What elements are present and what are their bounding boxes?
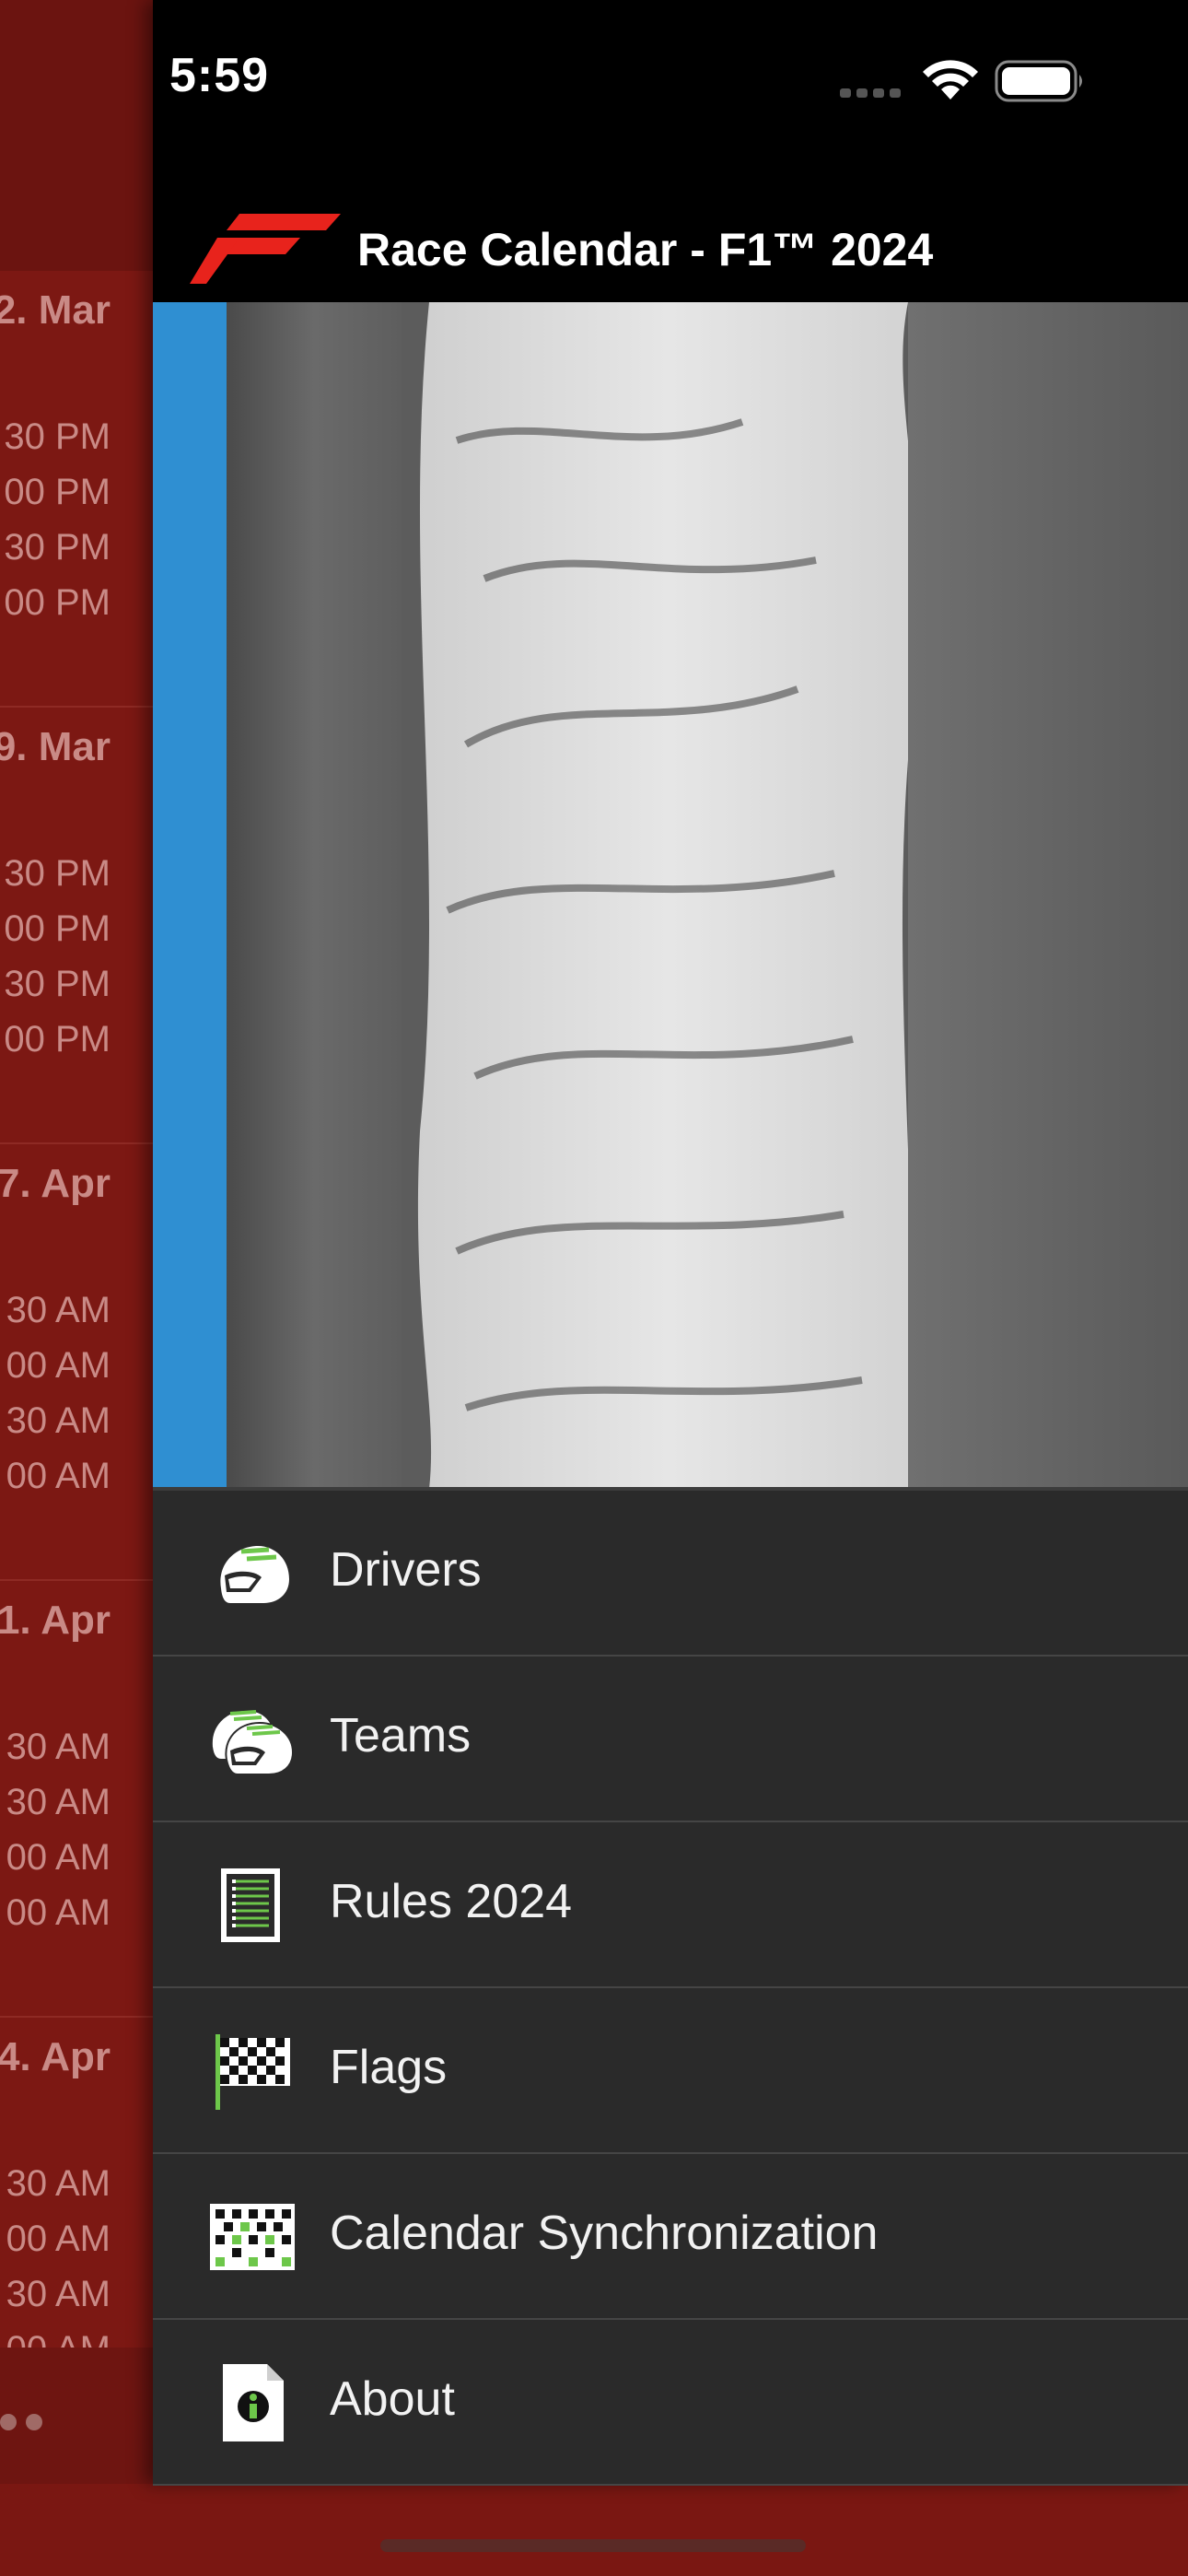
menu-item-rules[interactable]: Rules 2024 <box>153 1822 1188 1988</box>
cellular-signal-icon <box>840 85 906 100</box>
session-time: 00 AM <box>6 1837 111 1878</box>
race-date: 9. Mar <box>0 724 111 769</box>
menu-item-label: Flags <box>330 2041 448 2094</box>
menu-item-label: Teams <box>330 1709 472 1762</box>
page-dot <box>0 2414 17 2430</box>
session-time: 30 AM <box>6 1290 111 1330</box>
f1-logo-icon <box>190 214 341 284</box>
session-time: 00 PM <box>4 908 111 949</box>
menu-item-drivers[interactable]: Drivers <box>153 1491 1188 1657</box>
session-time: 30 AM <box>6 1400 111 1441</box>
race-block[interactable]: 2. Mar 30 PM 00 PM 30 PM 00 PM <box>0 271 153 708</box>
rules-document-icon <box>221 1868 280 1942</box>
wifi-icon <box>923 60 978 100</box>
race-block[interactable]: 9. Mar 30 PM 00 PM 30 PM 00 PM <box>0 708 153 1144</box>
session-time: 00 PM <box>4 1019 111 1060</box>
page-indicator[interactable] <box>0 2348 153 2486</box>
race-date: 7. Apr <box>0 1161 111 1206</box>
bottom-bar <box>0 2484 1188 2576</box>
status-time: 5:59 <box>169 49 270 102</box>
session-time: 30 PM <box>4 964 111 1004</box>
status-bar: 5:59 <box>0 0 1188 157</box>
session-time: 30 AM <box>6 2274 111 2314</box>
session-time: 00 PM <box>4 472 111 512</box>
race-block[interactable]: 7. Apr 30 AM 00 AM 30 AM 00 AM <box>0 1144 153 1581</box>
menu-item-label: About <box>330 2372 455 2426</box>
menu-item-label: Rules 2024 <box>330 1875 573 1928</box>
menu-item-calendar-sync[interactable]: Calendar Synchronization <box>153 2154 1188 2320</box>
session-time: 30 PM <box>4 853 111 894</box>
page-dot <box>26 2414 42 2430</box>
race-date: 1. Apr <box>0 1598 111 1643</box>
info-document-icon <box>223 2364 284 2441</box>
race-date: 2. Mar <box>0 287 111 333</box>
menu-item-label: Calendar Synchronization <box>330 2207 879 2260</box>
app-screen: 2. Mar 30 PM 00 PM 30 PM 00 PM 9. Mar 30… <box>0 0 1188 2576</box>
hero-track-image <box>153 302 1188 1489</box>
session-time: 30 AM <box>6 2163 111 2204</box>
app-title: Race Calendar - F1™ 2024 <box>357 224 934 275</box>
session-time: 00 AM <box>6 2219 111 2259</box>
double-helmet-icon <box>210 1708 295 1775</box>
session-time: 00 AM <box>6 1345 111 1386</box>
navigation-drawer: Race Calendar - F1™ 2024 Drivers Teams R… <box>153 0 1188 2486</box>
race-block[interactable]: 1. Apr 30 AM 30 AM 00 AM 00 AM <box>0 1581 153 2018</box>
session-time: 30 AM <box>6 1782 111 1822</box>
menu-item-label: Drivers <box>330 1543 482 1597</box>
session-time: 30 PM <box>4 416 111 457</box>
session-time: 30 AM <box>6 1727 111 1767</box>
session-time: 00 AM <box>6 1456 111 1496</box>
home-indicator[interactable] <box>380 2539 806 2552</box>
session-time: 00 PM <box>4 582 111 623</box>
race-date: 4. Apr <box>0 2034 111 2079</box>
menu-item-about[interactable]: About <box>153 2320 1188 2486</box>
app-header: Race Calendar - F1™ 2024 <box>153 184 1188 302</box>
calendar-grid-icon <box>210 2204 295 2270</box>
checkered-flag-icon <box>215 2034 290 2110</box>
session-time: 30 PM <box>4 527 111 568</box>
session-time: 00 AM <box>6 1892 111 1933</box>
helmet-icon <box>220 1545 289 1603</box>
background-calendar[interactable]: 2. Mar 30 PM 00 PM 30 PM 00 PM 9. Mar 30… <box>0 0 153 2488</box>
menu-item-flags[interactable]: Flags <box>153 1988 1188 2154</box>
menu-item-teams[interactable]: Teams <box>153 1657 1188 1822</box>
battery-icon <box>995 60 1082 102</box>
